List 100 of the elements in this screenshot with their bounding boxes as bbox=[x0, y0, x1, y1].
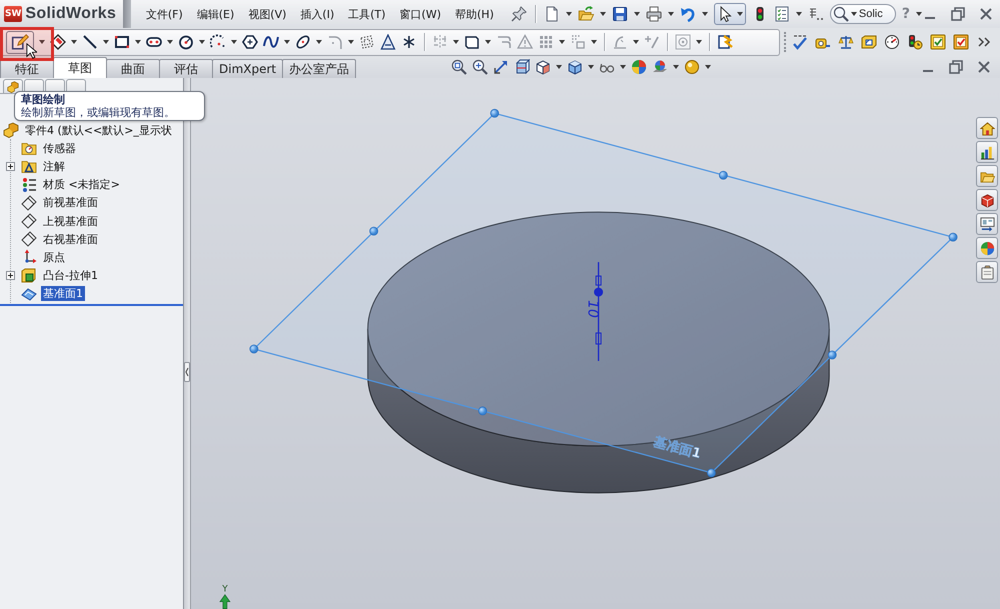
menu-item[interactable]: 插入(I) bbox=[293, 6, 342, 22]
tree-item[interactable]: 传感器 bbox=[41, 140, 78, 156]
caret-icon[interactable] bbox=[633, 40, 639, 44]
undo-icon[interactable] bbox=[680, 6, 696, 22]
tree-item[interactable]: 前视基准面 bbox=[41, 195, 100, 210]
circle-icon[interactable] bbox=[178, 34, 194, 50]
diamond-icon[interactable] bbox=[50, 34, 66, 50]
caret-icon[interactable] bbox=[850, 12, 857, 16]
task-pane-tab[interactable] bbox=[976, 237, 998, 259]
tree-item[interactable]: 材质 <未指定> bbox=[41, 177, 122, 192]
handle-dot[interactable] bbox=[369, 226, 378, 236]
section-box-icon[interactable] bbox=[514, 59, 530, 75]
caret-icon[interactable] bbox=[231, 40, 237, 44]
caret-icon[interactable] bbox=[668, 12, 674, 16]
magnifier-square-icon[interactable] bbox=[451, 59, 468, 75]
task-pane-tab[interactable] bbox=[976, 261, 998, 283]
wave-curve-icon[interactable] bbox=[263, 34, 279, 50]
sphere-icon[interactable] bbox=[684, 59, 700, 75]
caret-icon[interactable] bbox=[348, 40, 354, 44]
cube-icon[interactable] bbox=[535, 59, 552, 75]
caret-icon[interactable] bbox=[135, 40, 141, 44]
triangle-icon[interactable] bbox=[380, 34, 396, 50]
caret-icon[interactable] bbox=[588, 65, 594, 69]
handle-dot[interactable] bbox=[948, 232, 958, 242]
feature-tree-tab[interactable] bbox=[3, 79, 23, 93]
caret-icon[interactable] bbox=[702, 12, 708, 16]
dotted-arc-icon[interactable] bbox=[210, 34, 226, 50]
diagonal-arrow-icon[interactable] bbox=[493, 59, 510, 75]
box-outline-icon[interactable] bbox=[464, 34, 480, 50]
tree-item[interactable]: 零件4 (默认<<默认>_显示状 bbox=[23, 122, 174, 138]
checkbox-icon[interactable] bbox=[930, 34, 946, 50]
sketch-button[interactable] bbox=[6, 30, 34, 54]
command-tab[interactable]: 办公室产品 bbox=[282, 59, 356, 78]
asterisk-icon[interactable] bbox=[401, 34, 417, 50]
tree-item[interactable]: 注解 bbox=[41, 158, 67, 174]
tree-item[interactable]: 凸台-拉伸1 bbox=[41, 268, 100, 284]
magnifier-plus-icon[interactable] bbox=[472, 59, 488, 75]
task-pane-tab[interactable] bbox=[976, 189, 998, 211]
caret-icon[interactable] bbox=[591, 40, 597, 44]
new-document-icon[interactable] bbox=[544, 6, 560, 22]
sphere-floor-icon[interactable] bbox=[652, 59, 668, 75]
caret-icon[interactable] bbox=[39, 40, 45, 44]
caret-icon[interactable] bbox=[696, 40, 702, 44]
caret-icon[interactable] bbox=[736, 12, 743, 16]
expand-icon[interactable] bbox=[6, 271, 15, 280]
rectangle-icon[interactable] bbox=[114, 34, 130, 50]
task-pane-tab[interactable] bbox=[976, 117, 998, 139]
handle-dot[interactable] bbox=[250, 344, 258, 354]
command-tab[interactable]: 特征 bbox=[0, 59, 54, 78]
checkbox-icon[interactable] bbox=[953, 34, 969, 50]
caret-icon[interactable] bbox=[103, 40, 109, 44]
printer-icon[interactable] bbox=[646, 6, 662, 22]
caret-icon[interactable] bbox=[566, 12, 572, 16]
tree-item[interactable]: 右视基准面 bbox=[41, 232, 100, 247]
splitter-handle[interactable] bbox=[184, 362, 190, 382]
select-button[interactable] bbox=[714, 3, 746, 25]
tree-item[interactable]: 上视基准面 bbox=[41, 214, 100, 229]
caret-icon[interactable] bbox=[620, 65, 626, 69]
caret-icon[interactable] bbox=[485, 40, 491, 44]
color-ball-icon[interactable] bbox=[631, 59, 648, 75]
gauge-icon[interactable] bbox=[884, 34, 900, 50]
handle-dot[interactable] bbox=[490, 108, 500, 118]
hexagon-icon[interactable] bbox=[242, 34, 258, 50]
lightning-square-icon[interactable] bbox=[717, 34, 733, 50]
caret-icon[interactable] bbox=[600, 12, 606, 16]
expand-icon[interactable] bbox=[6, 162, 15, 171]
folder-frame-icon[interactable] bbox=[861, 34, 877, 50]
tree-item[interactable]: 基准面1 bbox=[41, 286, 85, 302]
close-icon[interactable] bbox=[978, 6, 994, 22]
rollback-bar[interactable] bbox=[0, 304, 183, 306]
dashed-plane-icon[interactable] bbox=[359, 34, 375, 50]
caret-icon[interactable] bbox=[634, 12, 640, 16]
caret-icon[interactable] bbox=[453, 40, 459, 44]
caret-icon[interactable] bbox=[199, 40, 205, 44]
handle-dot[interactable] bbox=[718, 170, 728, 180]
caret-icon[interactable] bbox=[673, 65, 680, 69]
caret-icon[interactable] bbox=[916, 12, 922, 16]
search-field[interactable]: Solic bbox=[830, 4, 896, 24]
list-ellipsis-icon[interactable] bbox=[808, 6, 824, 22]
menu-item[interactable]: 窗口(W) bbox=[392, 6, 448, 22]
pushpin-icon[interactable] bbox=[510, 6, 527, 22]
checkmark-icon[interactable] bbox=[792, 34, 808, 50]
caret-icon[interactable] bbox=[167, 40, 173, 44]
caret-icon[interactable] bbox=[559, 40, 565, 44]
shaded-cube-icon[interactable] bbox=[567, 59, 584, 75]
handle-dot[interactable] bbox=[828, 350, 837, 360]
task-pane-tab[interactable] bbox=[976, 141, 998, 163]
balance-scale-icon[interactable] bbox=[838, 34, 854, 50]
checklist-icon[interactable] bbox=[774, 6, 790, 22]
command-tab[interactable]: 曲面 bbox=[106, 59, 160, 78]
menu-item[interactable]: 视图(V) bbox=[241, 6, 294, 22]
command-tab[interactable]: DimXpert bbox=[212, 59, 284, 78]
handle-dot[interactable] bbox=[706, 468, 716, 478]
menu-item[interactable]: 帮助(H) bbox=[448, 6, 501, 22]
caret-icon[interactable] bbox=[556, 65, 562, 69]
caret-icon[interactable] bbox=[796, 12, 802, 16]
ellipse-icon[interactable] bbox=[295, 34, 311, 50]
tree-item[interactable]: 原点 bbox=[41, 250, 67, 265]
handle-dot[interactable] bbox=[478, 406, 488, 416]
restore-icon[interactable] bbox=[948, 59, 964, 75]
